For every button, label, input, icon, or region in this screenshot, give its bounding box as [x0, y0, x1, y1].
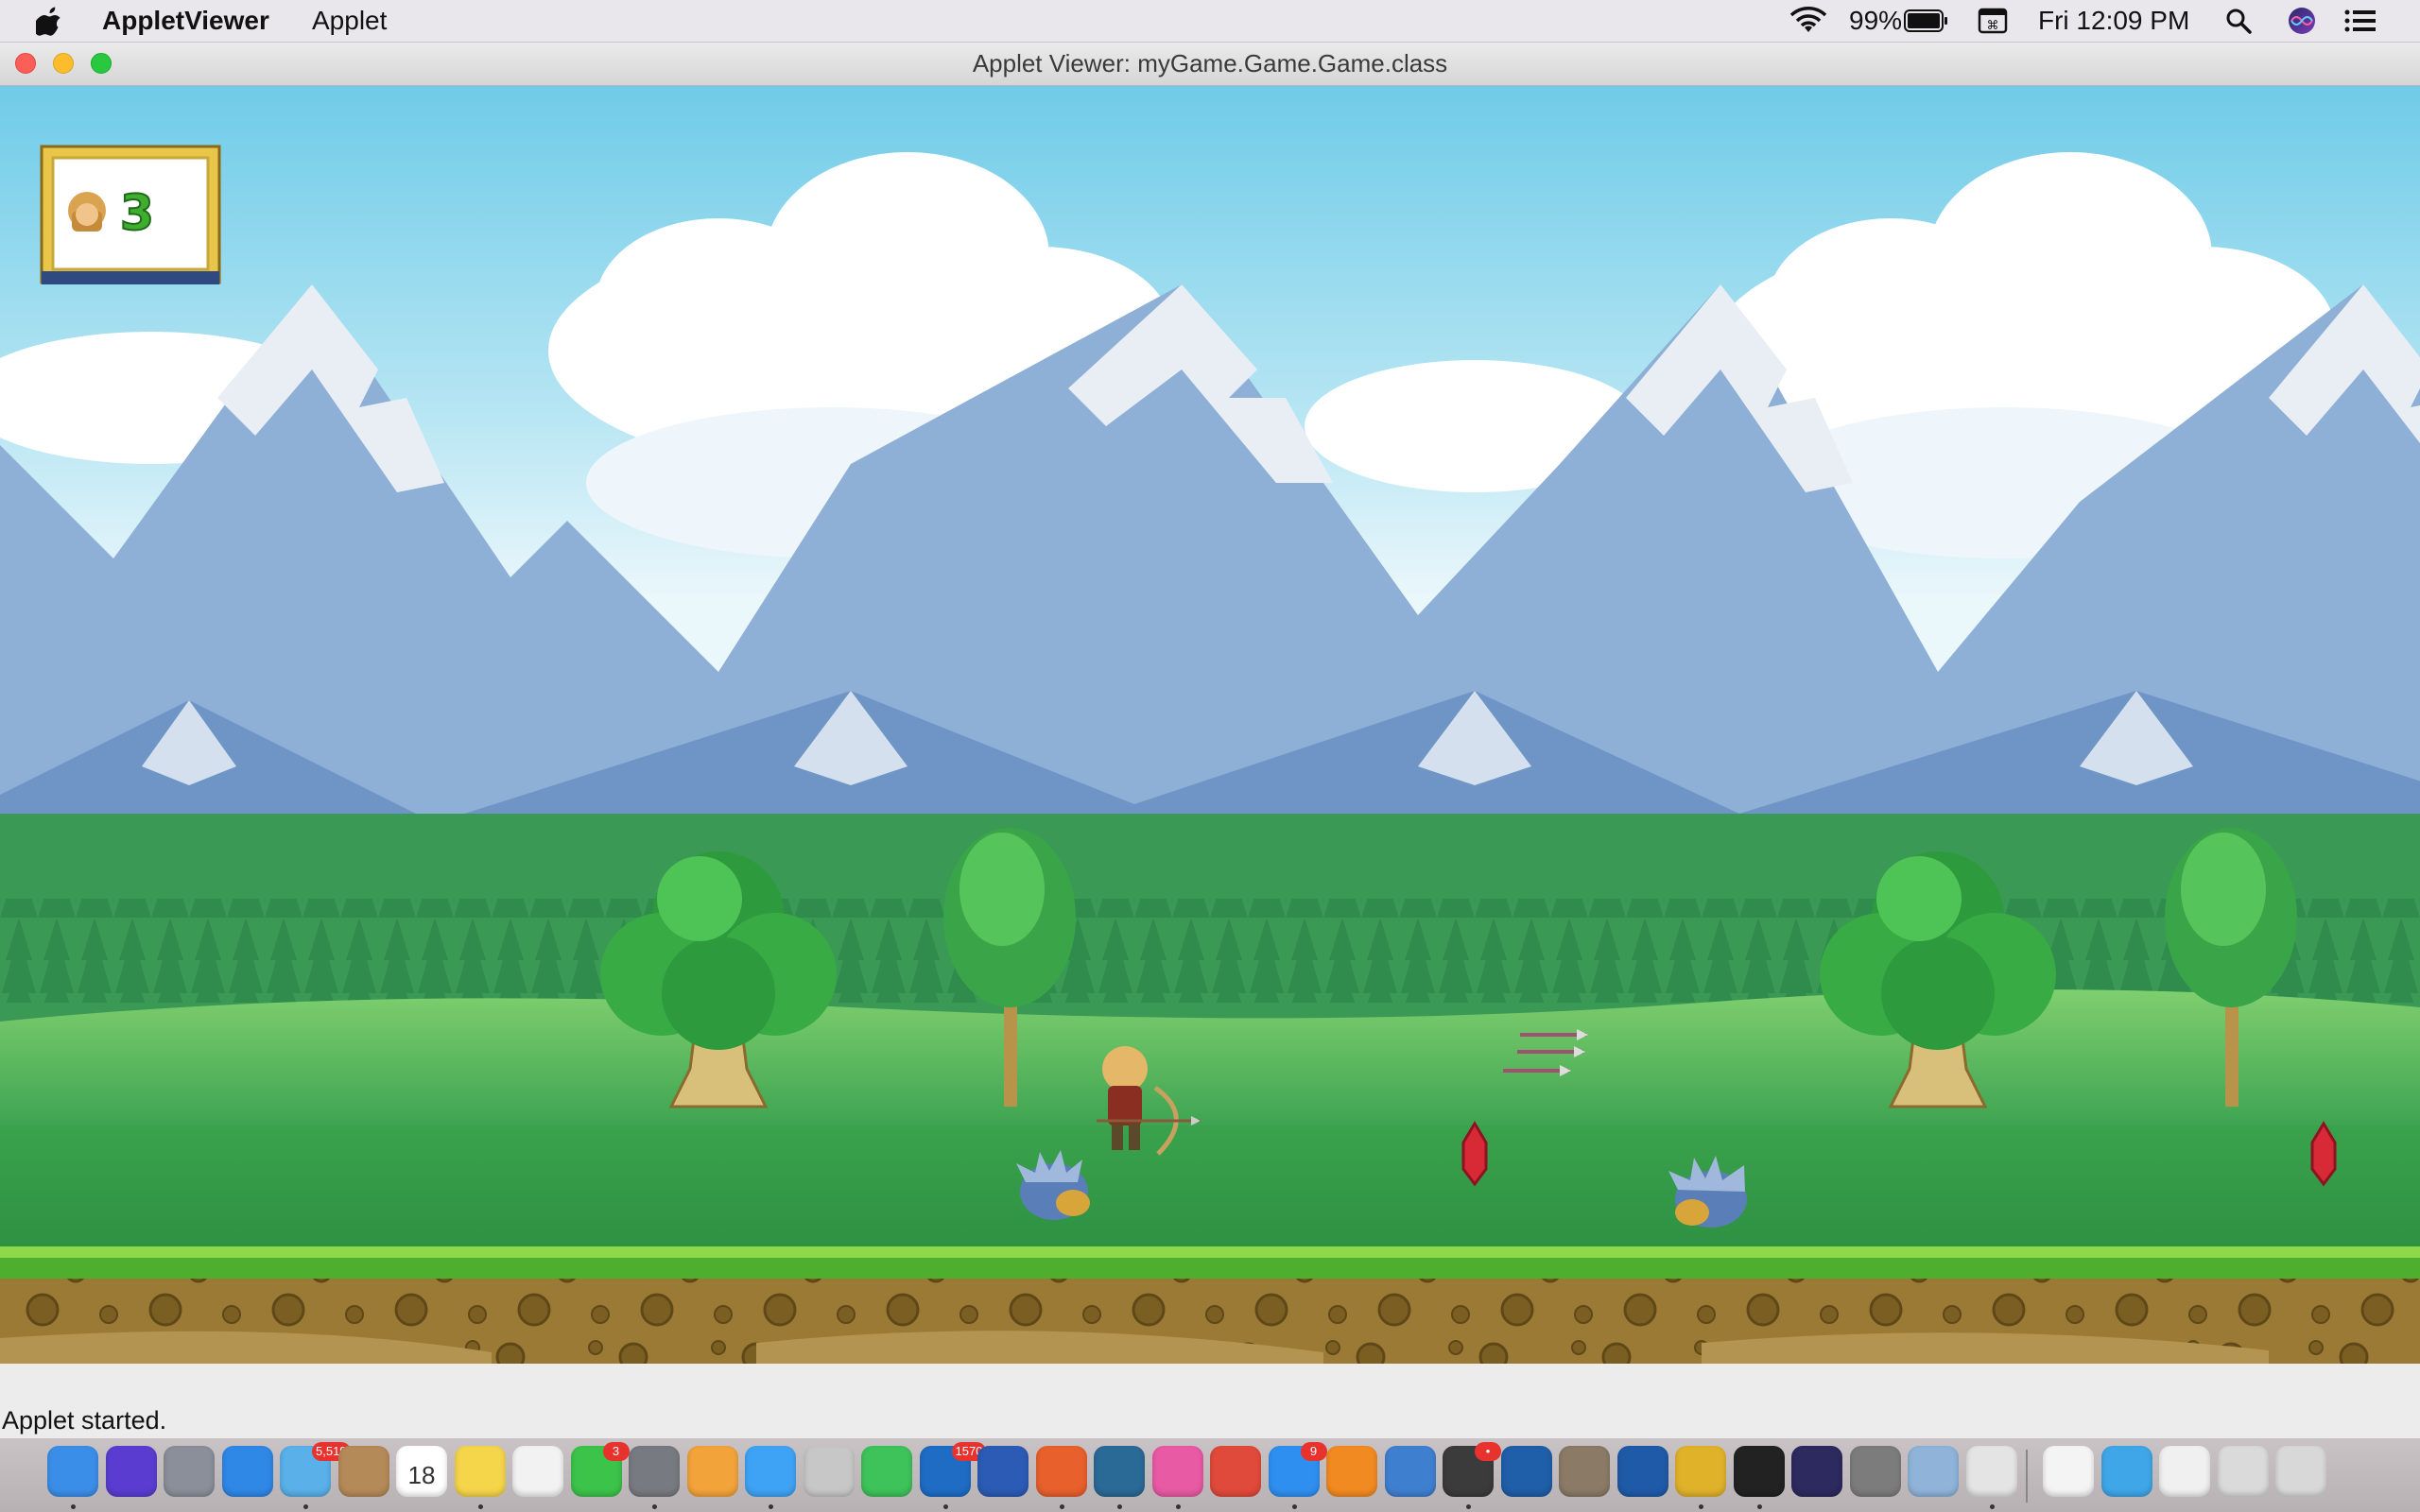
ibooks-icon[interactable] [1326, 1446, 1377, 1497]
applet-window: Applet Viewer: myGame.Game.Game.class 3 … [0, 42, 2420, 1438]
menu-bar: AppletViewer Applet 99% ⌘ Fri 12:09 PM [0, 0, 2420, 42]
preview-icon[interactable] [1908, 1446, 1959, 1497]
dock: 5,519 18 3 1570 9 • [0, 1438, 2420, 1512]
running-indicator [652, 1504, 657, 1509]
applet-menu[interactable]: Applet [312, 0, 387, 42]
mysql-workbench-icon[interactable] [1094, 1446, 1145, 1497]
chrome-icon[interactable] [1675, 1446, 1726, 1497]
game-canvas[interactable]: 3 [0, 86, 2420, 1364]
whatsapp-icon[interactable] [861, 1446, 912, 1497]
notification-badge: 3 [602, 1442, 630, 1461]
itunes-icon[interactable] [1151, 1446, 1203, 1497]
photo-booth-icon[interactable] [1210, 1446, 1261, 1497]
input-menu-icon[interactable]: ⌘ [1978, 8, 2008, 34]
running-indicator [1989, 1504, 1995, 1509]
virtualbox-icon[interactable] [1500, 1446, 1552, 1497]
player-portrait-icon [68, 192, 106, 232]
screenshot-stack-icon[interactable] [2217, 1446, 2269, 1497]
app-menu[interactable]: AppletViewer [102, 0, 269, 42]
terminal-icon[interactable] [1733, 1446, 1785, 1497]
running-indicator [71, 1504, 76, 1509]
downloads-stack-icon[interactable] [2159, 1446, 2210, 1497]
spotlight-search-icon[interactable] [2225, 8, 2252, 34]
status-text: Applet started. [2, 1406, 167, 1435]
calendar-icon[interactable]: 18 [396, 1446, 447, 1497]
contacts-icon[interactable] [337, 1446, 389, 1497]
status-bar: Applet started. [0, 1365, 2420, 1438]
eclipse-icon[interactable] [1791, 1446, 1842, 1497]
document-icon[interactable] [2043, 1446, 2094, 1497]
help-icon[interactable] [803, 1446, 855, 1497]
siri-icon[interactable] [2288, 7, 2316, 35]
running-indicator [1117, 1504, 1122, 1509]
folder-icon[interactable] [2100, 1446, 2152, 1497]
system-preferences-icon[interactable] [629, 1446, 680, 1497]
photos-icon[interactable] [686, 1446, 738, 1497]
running-indicator [303, 1504, 308, 1509]
battery-icon[interactable] [1904, 9, 1949, 32]
siri-icon[interactable] [105, 1446, 157, 1497]
firefox-icon[interactable] [1035, 1446, 1087, 1497]
running-indicator [942, 1504, 948, 1509]
svg-text:⌘: ⌘ [1987, 19, 1999, 33]
notification-badge: • [1475, 1442, 1501, 1461]
dock-separator [2026, 1450, 2028, 1503]
path-lane [0, 1125, 2420, 1248]
running-indicator [1175, 1504, 1181, 1509]
reminders-icon[interactable] [512, 1446, 563, 1497]
messages-icon[interactable] [745, 1446, 796, 1497]
window-title: Applet Viewer: myGame.Game.Game.class [972, 49, 1448, 77]
trash-icon[interactable] [2275, 1446, 2326, 1497]
apple-menu-icon[interactable] [36, 6, 62, 36]
running-indicator [1756, 1504, 1762, 1509]
netbeans-icon[interactable] [1849, 1446, 1901, 1497]
running-indicator [1466, 1504, 1471, 1509]
grass-edge [0, 1246, 2420, 1260]
notification-center-icon[interactable] [2344, 9, 2377, 32]
running-indicator [1291, 1504, 1297, 1509]
clock[interactable]: Fri 12:09 PM [2038, 0, 2189, 42]
game-scene: 3 [0, 86, 2420, 1364]
running-indicator [1699, 1504, 1703, 1509]
notes-icon[interactable] [454, 1446, 506, 1497]
java-icon[interactable] [1965, 1446, 2017, 1497]
running-indicator [477, 1504, 483, 1509]
pine-trees [0, 899, 2420, 1003]
running-indicator [1059, 1504, 1064, 1509]
running-indicator [769, 1504, 773, 1509]
notification-badge: 9 [1300, 1442, 1327, 1461]
title-bar[interactable]: Applet Viewer: myGame.Game.Game.class [0, 42, 2420, 86]
launchpad-icon[interactable] [164, 1446, 215, 1497]
sourcetree-icon[interactable] [1616, 1446, 1668, 1497]
safari-icon[interactable] [221, 1446, 273, 1497]
xcode-icon[interactable] [1384, 1446, 1436, 1497]
calendar-date: 18 [407, 1461, 436, 1489]
battery-percent: 99% [1849, 6, 1903, 35]
gimp-icon[interactable] [1559, 1446, 1610, 1497]
word-icon[interactable] [977, 1446, 1028, 1497]
lives-count: 3 [120, 185, 154, 242]
finder-icon[interactable] [47, 1446, 98, 1497]
wifi-icon[interactable] [1789, 6, 1828, 36]
